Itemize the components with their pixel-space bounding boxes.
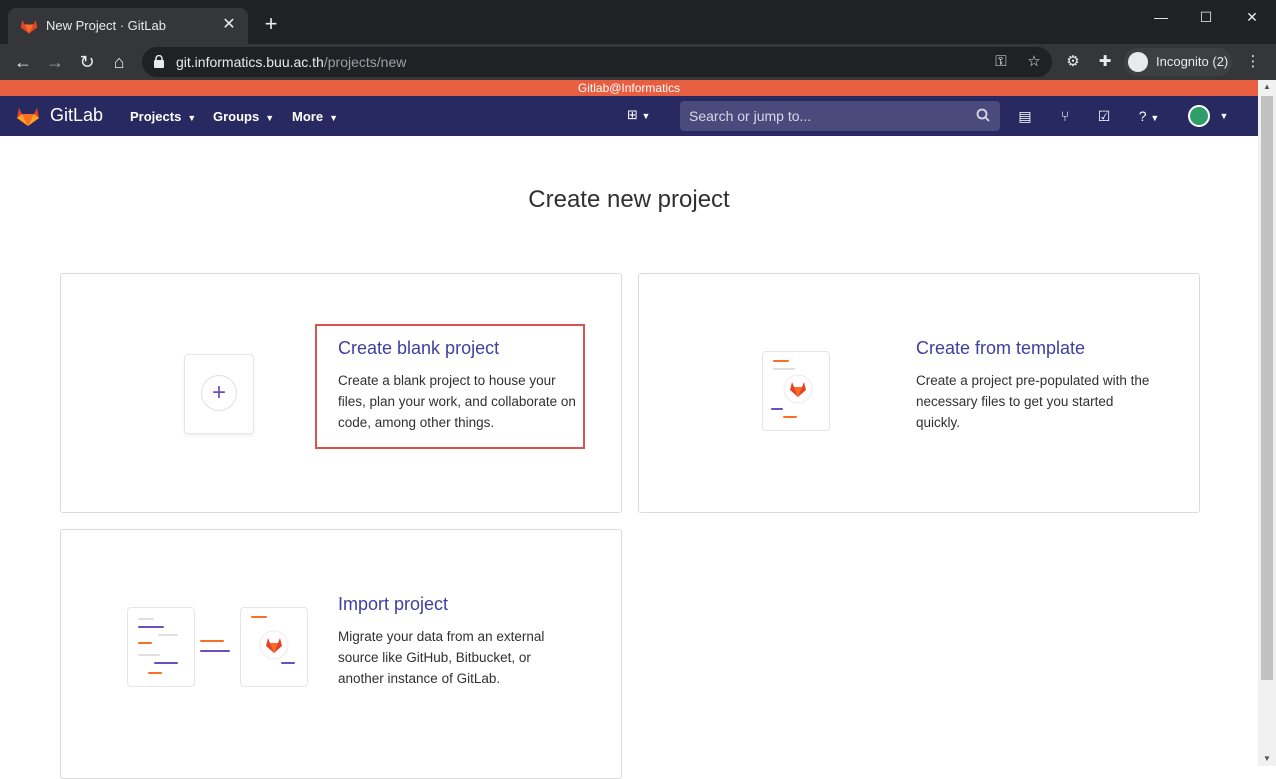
menu-groups[interactable]: Groups ▼ (213, 109, 274, 124)
user-avatar[interactable] (1188, 105, 1210, 127)
scroll-down-icon[interactable]: ▼ (1258, 752, 1276, 766)
key-icon[interactable]: ⚿ (992, 53, 1010, 71)
chevron-down-icon[interactable]: ▼ (1214, 106, 1234, 126)
maximize-button[interactable]: ☐ (1191, 6, 1221, 28)
issues-icon[interactable]: ▤ (1015, 106, 1035, 126)
browser-tab[interactable]: New Project · GitLab ✕ (8, 8, 248, 44)
plus-icon: + (201, 375, 237, 411)
bookmark-star-icon[interactable]: ☆ (1025, 53, 1043, 71)
gitlab-brand[interactable]: GitLab (50, 105, 103, 126)
gitlab-favicon-icon (20, 20, 38, 34)
merge-requests-icon[interactable]: ⑂ (1055, 106, 1075, 126)
chevron-down-icon: ▼ (329, 113, 338, 123)
close-window-button[interactable]: ✕ (1237, 6, 1267, 28)
forward-arrow-icon[interactable]: → (42, 49, 68, 75)
tanuki-logo-icon (783, 374, 813, 404)
menu-more[interactable]: More ▼ (292, 109, 338, 124)
chevron-down-icon: ▼ (187, 113, 197, 123)
page-scrollbar[interactable]: ▲ ▼ (1258, 80, 1276, 766)
import-arrow-line (200, 640, 224, 642)
create-blank-project-desc: Create a blank project to house your fil… (338, 373, 576, 430)
reload-icon[interactable]: ↻ (74, 49, 100, 75)
browser-tabstrip: New Project · GitLab ✕ + — ☐ ✕ (0, 0, 1276, 44)
create-from-template-desc: Create a project pre-populated with the … (916, 373, 1150, 430)
address-bar[interactable]: git.informatics.buu.ac.th/projects/new ⚿… (142, 47, 1052, 77)
extension-gear-icon[interactable]: ⚙ (1062, 51, 1084, 73)
incognito-profile-button[interactable]: Incognito (2) (1124, 48, 1232, 76)
scroll-thumb[interactable] (1261, 96, 1273, 680)
import-project-title[interactable]: Import project (338, 594, 448, 615)
search-input[interactable]: Search or jump to... (680, 101, 1000, 131)
minimize-button[interactable]: — (1146, 6, 1176, 28)
menu-projects[interactable]: Projects ▼ (130, 109, 196, 124)
scroll-up-icon[interactable]: ▲ (1258, 80, 1276, 94)
new-tab-button[interactable]: + (260, 13, 282, 35)
gitlab-logo-icon[interactable] (16, 105, 40, 127)
todos-icon[interactable]: ☑ (1094, 106, 1114, 126)
gitlab-navbar: GitLab Projects ▼ Groups ▼ More ▼ ⊞ ▼ Searc… (0, 96, 1258, 136)
page-title: Create new project (528, 186, 730, 213)
home-icon[interactable]: ⌂ (106, 49, 132, 75)
tanuki-logo-icon (259, 630, 289, 660)
create-from-template-title[interactable]: Create from template (916, 338, 1085, 359)
browser-menu-icon[interactable]: ⋮ (1242, 51, 1264, 73)
import-arrow-line (200, 650, 230, 652)
chevron-down-icon: ▼ (265, 113, 275, 123)
extensions-puzzle-icon[interactable]: ✚ (1094, 51, 1116, 73)
instance-banner: Gitlab@Informatics (0, 80, 1258, 96)
url-text: git.informatics.buu.ac.th/projects/new (176, 54, 407, 70)
tab-close-icon[interactable]: ✕ (218, 14, 240, 36)
incognito-label: Incognito (2) (1156, 54, 1229, 69)
blank-project-illustration: + (184, 354, 254, 434)
tab-title: New Project · GitLab (46, 18, 166, 33)
lock-icon (154, 55, 164, 68)
help-icon[interactable]: ? ▼ (1132, 106, 1166, 126)
create-blank-project-title[interactable]: Create blank project (338, 338, 499, 359)
back-arrow-icon[interactable]: ← (10, 49, 36, 75)
browser-toolbar: ← → ↻ ⌂ git.informatics.buu.ac.th/projec… (0, 44, 1276, 80)
template-illustration (762, 351, 830, 431)
search-icon (976, 108, 990, 122)
new-dropdown-plus-icon[interactable]: ⊞ ▼ (627, 107, 659, 125)
import-target-illustration (240, 607, 308, 687)
incognito-icon (1128, 52, 1148, 72)
search-placeholder: Search or jump to... (689, 108, 812, 124)
import-project-desc: Migrate your data from an external sourc… (338, 629, 545, 686)
import-source-illustration (127, 607, 195, 687)
